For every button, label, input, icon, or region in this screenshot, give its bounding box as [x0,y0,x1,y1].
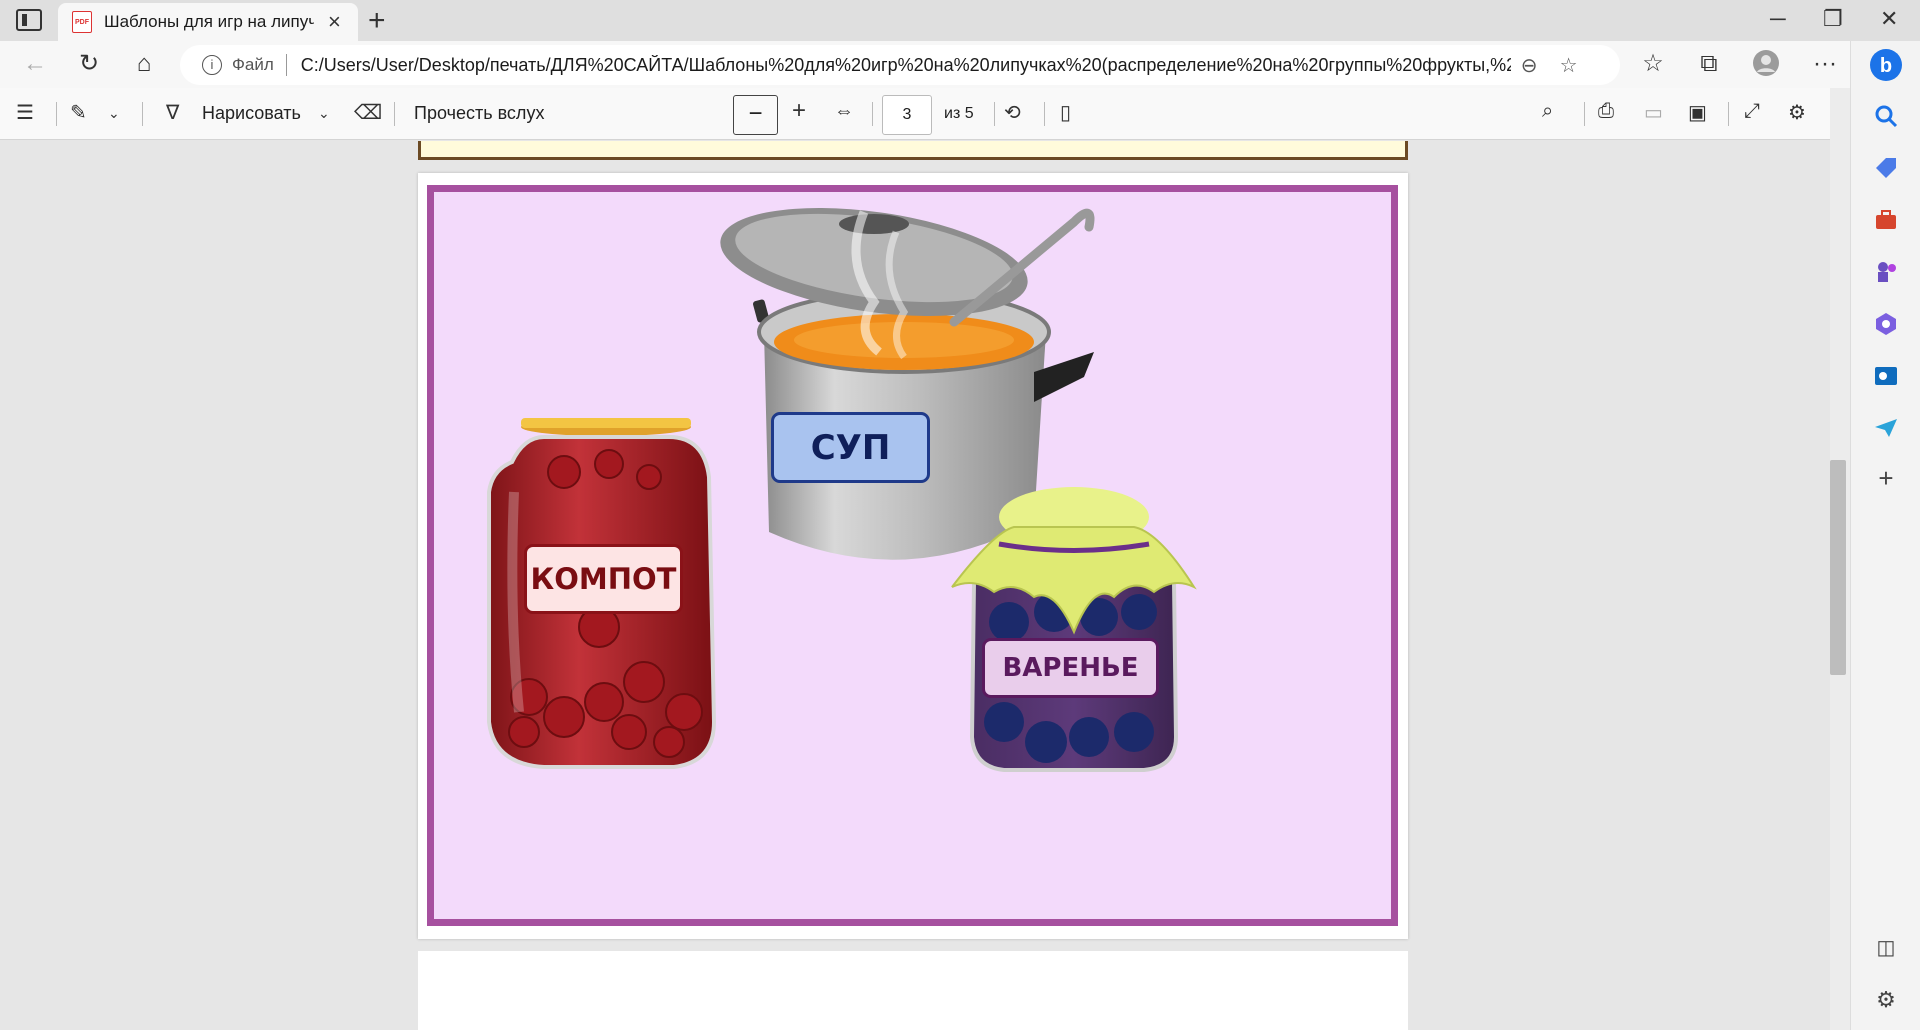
send-icon[interactable] [1873,415,1899,441]
sorting-card: СУП КОМПОТ ВАРЕНЬЕ [427,185,1398,926]
active-tab[interactable]: PDF Шаблоны для игр на липучках ( × [58,3,358,41]
address-bar[interactable]: i Файл C:/Users/User/Desktop/печать/ДЛЯ%… [180,45,1620,85]
scrollbar-thumb[interactable] [1830,460,1846,675]
settings-icon[interactable]: ⚙ [1788,100,1806,125]
home-icon[interactable]: ⌂ [127,49,161,79]
info-icon[interactable]: i [202,55,222,75]
add-icon[interactable]: + [1873,465,1899,491]
save-as-icon[interactable]: ▣ [1688,100,1707,125]
toolbar-separator [994,102,995,126]
draw-icon[interactable]: ∇ [166,100,179,125]
print-icon[interactable]: ⎙ [1598,100,1614,123]
compote-label[interactable]: КОМПОТ [524,544,683,614]
toolbar-separator [394,102,395,126]
edge-sidebar: b + ◫ ⚙ [1850,41,1920,1030]
favorites-icon[interactable]: ☆ [1636,49,1670,79]
svg-text:b: b [1880,55,1892,77]
page-view-icon[interactable]: ▯ [1060,100,1071,125]
draw-chevron-icon[interactable]: ⌄ [318,105,330,122]
fit-width-icon[interactable]: ⇔ [834,100,854,123]
outlook-icon[interactable] [1873,363,1899,389]
sidebar-toggle-icon[interactable]: ◫ [1873,935,1899,961]
toolbar-separator [1044,102,1045,126]
add-favorite-icon[interactable]: ☆ [1560,53,1578,78]
rotate-icon[interactable]: ⟲ [1004,100,1021,125]
close-window-button[interactable]: ✕ [1880,6,1898,32]
address-separator [285,54,287,76]
toolbar-separator [1728,102,1729,126]
refresh-icon[interactable]: ↻ [72,49,106,79]
zoom-icon[interactable]: ⊖ [1521,53,1538,78]
microsoft365-icon[interactable] [1873,311,1899,337]
toolbar-separator [1584,102,1585,126]
more-icon[interactable]: ··· [1808,49,1842,79]
games-icon[interactable] [1873,259,1899,285]
copilot-icon[interactable]: b [1868,47,1904,83]
toolbar-separator [142,102,143,126]
eraser-icon[interactable]: ⌫ [354,100,382,125]
pdf-icon: PDF [72,11,92,33]
previous-page [418,141,1408,160]
new-tab-icon[interactable]: + [368,4,386,38]
profile-avatar[interactable] [1749,49,1783,79]
draw-button[interactable]: Нарисовать [202,103,301,124]
highlight-chevron-icon[interactable]: ⌄ [108,105,120,122]
toolbar-separator [872,102,873,126]
read-aloud-button[interactable]: Прочесть вслух [414,103,544,124]
highlight-icon[interactable]: ✎ [70,100,87,125]
pdf-toolbar: ☰ ✎ ⌄ ∇ Нарисовать ⌄ ⌫ Прочесть вслух − … [0,88,1830,140]
navigation-bar: ← ↻ ⌂ i Файл C:/Users/User/Desktop/печат… [0,41,1920,88]
jam-label[interactable]: ВАРЕНЬЕ [982,638,1159,698]
shopping-icon[interactable] [1873,155,1899,181]
tab-title: Шаблоны для игр на липучках ( [104,12,314,31]
tools-icon[interactable] [1873,207,1899,233]
page-number-input[interactable]: 3 [882,95,932,135]
pdf-viewer: СУП КОМПОТ ВАРЕНЬЕ [0,141,1830,1030]
toolbar-separator [56,102,57,126]
maximize-button[interactable]: ❐ [1823,6,1843,32]
tab-close-icon[interactable]: × [328,9,341,35]
tab-actions-icon[interactable] [16,9,42,31]
search-icon[interactable]: ⌕ [1542,100,1553,123]
url-text[interactable]: C:/Users/User/Desktop/печать/ДЛЯ%20САЙТА… [301,55,1511,76]
save-icon[interactable]: ▭ [1644,100,1663,125]
search-icon[interactable] [1873,103,1899,129]
next-page [418,951,1408,1030]
file-label: Файл [232,55,274,74]
tab-strip: PDF Шаблоны для игр на липучках ( × + ─ … [0,0,1920,41]
back-icon[interactable]: ← [18,49,52,79]
contents-icon[interactable]: ☰ [16,100,34,125]
pdf-page: СУП КОМПОТ ВАРЕНЬЕ [418,173,1408,939]
sidebar-settings-icon[interactable]: ⚙ [1873,987,1899,1013]
minimize-button[interactable]: ─ [1770,6,1786,32]
zoom-in-button[interactable]: + [792,97,806,125]
zoom-out-button[interactable]: − [733,95,778,135]
soup-label[interactable]: СУП [771,412,930,483]
page-total: из 5 [944,105,974,122]
collections-icon[interactable]: ⧉ [1692,49,1726,79]
fullscreen-icon[interactable]: ⤢ [1744,100,1760,123]
